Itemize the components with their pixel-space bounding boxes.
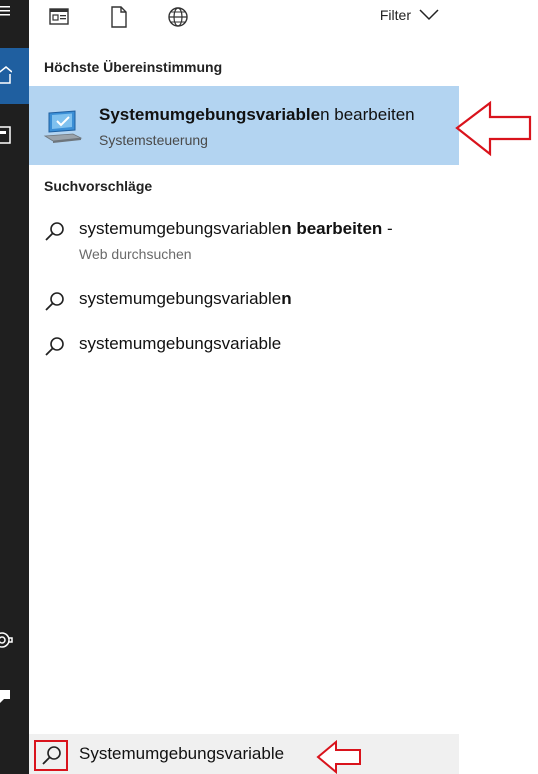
filter-dropdown[interactable]: Filter bbox=[380, 7, 439, 23]
suggestion-item[interactable]: systemumgebungsvariablen bbox=[29, 289, 459, 313]
search-icon bbox=[45, 337, 64, 356]
search-bar bbox=[29, 734, 459, 774]
suggestion-text: systemumgebungsvariable bbox=[79, 334, 281, 354]
best-match-result[interactable]: Systemumgebungsvariablen bearbeiten Syst… bbox=[29, 86, 459, 165]
home-nav-button[interactable] bbox=[0, 48, 29, 104]
search-icon[interactable] bbox=[41, 745, 63, 767]
apps-filter-icon[interactable] bbox=[48, 6, 70, 28]
documents-filter-icon[interactable] bbox=[108, 6, 130, 28]
best-match-title-bold: Systemumgebungsvariable bbox=[99, 105, 321, 124]
suggestion-text-normal: systemumgebungsvariable bbox=[79, 334, 282, 353]
suggestion-text-normal: systemumgebungsvariable bbox=[79, 289, 282, 308]
suggestion-text-bold: n bbox=[281, 289, 292, 308]
home-icon bbox=[0, 66, 12, 84]
chevron-down-icon bbox=[419, 9, 439, 21]
suggestion-item[interactable]: systemumgebungsvariablen bearbeiten - We… bbox=[29, 219, 459, 269]
suggestion-text: systemumgebungsvariablen bbox=[79, 289, 292, 309]
suggestion-item[interactable]: systemumgebungsvariable bbox=[29, 334, 459, 358]
settings-gear-icon[interactable] bbox=[0, 631, 14, 649]
suggestion-text: systemumgebungsvariablen bearbeiten - bbox=[79, 219, 393, 239]
filter-label: Filter bbox=[379, 7, 411, 23]
search-icon bbox=[45, 292, 64, 311]
suggestion-text-suffix: - bbox=[382, 219, 393, 238]
suggestion-text-normal: systemumgebungsvariable bbox=[79, 219, 282, 238]
search-results-panel: Filter Höchste Übereinstimmung Systemumg… bbox=[29, 0, 459, 774]
annotation-arrow-icon bbox=[455, 100, 532, 157]
documents-icon[interactable] bbox=[0, 126, 14, 144]
best-match-subtitle: Systemsteuerung bbox=[99, 132, 208, 148]
feedback-icon[interactable] bbox=[0, 688, 14, 706]
suggestions-heading: Suchvorschläge bbox=[44, 178, 153, 194]
annotation-arrow-icon bbox=[316, 740, 361, 774]
hamburger-menu-icon[interactable] bbox=[0, 5, 12, 17]
search-icon bbox=[45, 222, 64, 241]
best-match-heading: Höchste Übereinstimmung bbox=[44, 59, 223, 75]
best-match-title: Systemumgebungsvariablen bearbeiten bbox=[99, 105, 415, 125]
web-globe-icon[interactable] bbox=[167, 6, 189, 28]
control-panel-computer-icon bbox=[43, 110, 83, 143]
search-input[interactable] bbox=[79, 744, 439, 764]
search-icon-highlight-box bbox=[34, 740, 68, 771]
suggestion-text-bold: n bearbeiten bbox=[281, 219, 383, 238]
best-match-title-rest: n bearbeiten bbox=[320, 105, 415, 124]
filter-toolbar: Filter bbox=[29, 0, 459, 36]
suggestion-web-label: Web durchsuchen bbox=[79, 246, 192, 262]
left-rail bbox=[0, 0, 29, 774]
